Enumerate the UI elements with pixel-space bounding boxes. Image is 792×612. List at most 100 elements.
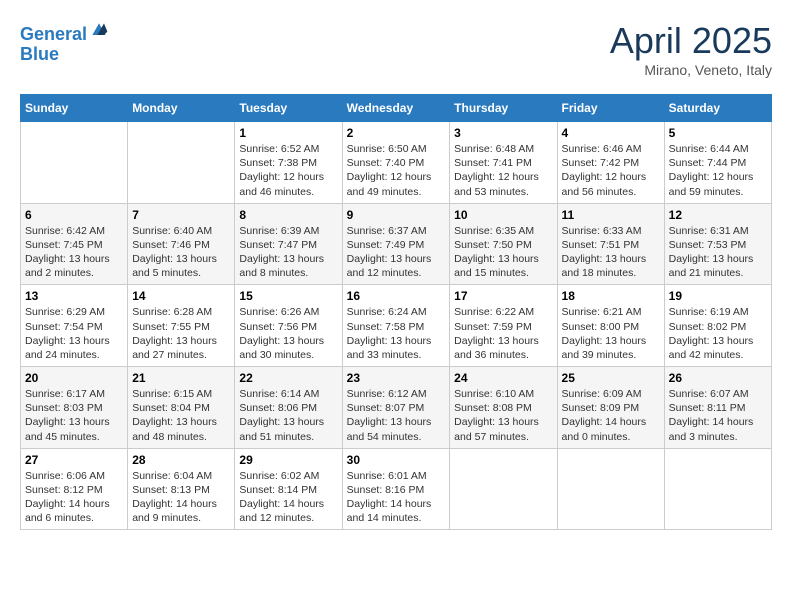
logo-text: GeneralBlue (20, 20, 109, 65)
day-info: Sunrise: 6:48 AM Sunset: 7:41 PM Dayligh… (454, 142, 552, 199)
calendar-cell (450, 448, 557, 530)
calendar-cell: 8 Sunrise: 6:39 AM Sunset: 7:47 PM Daylig… (235, 203, 342, 285)
day-number: 26 (669, 371, 767, 385)
calendar-cell: 16 Sunrise: 6:24 AM Sunset: 7:58 PM Dayli… (342, 285, 450, 367)
day-info: Sunrise: 6:22 AM Sunset: 7:59 PM Dayligh… (454, 305, 552, 362)
calendar-cell: 17 Sunrise: 6:22 AM Sunset: 7:59 PM Dayli… (450, 285, 557, 367)
day-info: Sunrise: 6:35 AM Sunset: 7:50 PM Dayligh… (454, 224, 552, 281)
day-number: 27 (25, 453, 123, 467)
location-subtitle: Mirano, Veneto, Italy (610, 62, 772, 78)
day-info: Sunrise: 6:28 AM Sunset: 7:55 PM Dayligh… (132, 305, 230, 362)
calendar-cell: 25 Sunrise: 6:09 AM Sunset: 8:09 PM Dayli… (557, 367, 664, 449)
calendar-cell: 23Sunrise: 6:12 AM Sunset: 8:07 PM Dayli… (342, 367, 450, 449)
page-header: GeneralBlue April 2025 Mirano, Veneto, I… (20, 20, 772, 78)
col-header-sunday: Sunday (21, 95, 128, 122)
day-info: Sunrise: 6:04 AM Sunset: 8:13 PM Dayligh… (132, 469, 230, 526)
day-info: Sunrise: 6:39 AM Sunset: 7:47 PM Dayligh… (239, 224, 337, 281)
col-header-tuesday: Tuesday (235, 95, 342, 122)
calendar-cell: 11 Sunrise: 6:33 AM Sunset: 7:51 PM Dayli… (557, 203, 664, 285)
day-info: Sunrise: 6:01 AM Sunset: 8:16 PM Dayligh… (347, 469, 446, 526)
col-header-wednesday: Wednesday (342, 95, 450, 122)
day-info: Sunrise: 6:06 AM Sunset: 8:12 PM Dayligh… (25, 469, 123, 526)
day-info: Sunrise: 6:02 AM Sunset: 8:14 PM Dayligh… (239, 469, 337, 526)
day-number: 1 (239, 126, 337, 140)
calendar-cell: 19Sunrise: 6:19 AM Sunset: 8:02 PM Dayli… (664, 285, 771, 367)
day-info: Sunrise: 6:33 AM Sunset: 7:51 PM Dayligh… (562, 224, 660, 281)
day-info: Sunrise: 6:15 AM Sunset: 8:04 PM Dayligh… (132, 387, 230, 444)
calendar-cell (21, 122, 128, 204)
day-info: Sunrise: 6:42 AM Sunset: 7:45 PM Dayligh… (25, 224, 123, 281)
calendar-cell: 10 Sunrise: 6:35 AM Sunset: 7:50 PM Dayli… (450, 203, 557, 285)
month-title: April 2025 (610, 20, 772, 62)
calendar-cell: 3Sunrise: 6:48 AM Sunset: 7:41 PM Daylig… (450, 122, 557, 204)
day-number: 17 (454, 289, 552, 303)
day-number: 12 (669, 208, 767, 222)
calendar-cell: 14 Sunrise: 6:28 AM Sunset: 7:55 PM Dayli… (128, 285, 235, 367)
calendar-cell: 21 Sunrise: 6:15 AM Sunset: 8:04 PM Dayli… (128, 367, 235, 449)
day-number: 9 (347, 208, 446, 222)
day-info: Sunrise: 6:09 AM Sunset: 8:09 PM Dayligh… (562, 387, 660, 444)
calendar-cell: 6 Sunrise: 6:42 AM Sunset: 7:45 PM Daylig… (21, 203, 128, 285)
calendar-cell: 27 Sunrise: 6:06 AM Sunset: 8:12 PM Dayli… (21, 448, 128, 530)
calendar-cell: 18 Sunrise: 6:21 AM Sunset: 8:00 PM Dayli… (557, 285, 664, 367)
day-number: 24 (454, 371, 552, 385)
day-info: Sunrise: 6:21 AM Sunset: 8:00 PM Dayligh… (562, 305, 660, 362)
day-number: 29 (239, 453, 337, 467)
day-info: Sunrise: 6:44 AM Sunset: 7:44 PM Dayligh… (669, 142, 767, 199)
day-number: 8 (239, 208, 337, 222)
day-info: Sunrise: 6:19 AM Sunset: 8:02 PM Dayligh… (669, 305, 767, 362)
day-number: 15 (239, 289, 337, 303)
day-number: 21 (132, 371, 230, 385)
day-number: 10 (454, 208, 552, 222)
calendar-cell: 13 Sunrise: 6:29 AM Sunset: 7:54 PM Dayli… (21, 285, 128, 367)
day-number: 28 (132, 453, 230, 467)
calendar-cell: 22Sunrise: 6:14 AM Sunset: 8:06 PM Dayli… (235, 367, 342, 449)
day-info: Sunrise: 6:37 AM Sunset: 7:49 PM Dayligh… (347, 224, 446, 281)
calendar-cell: 26Sunrise: 6:07 AM Sunset: 8:11 PM Dayli… (664, 367, 771, 449)
day-info: Sunrise: 6:24 AM Sunset: 7:58 PM Dayligh… (347, 305, 446, 362)
calendar-cell: 15 Sunrise: 6:26 AM Sunset: 7:56 PM Dayli… (235, 285, 342, 367)
day-info: Sunrise: 6:40 AM Sunset: 7:46 PM Dayligh… (132, 224, 230, 281)
day-number: 30 (347, 453, 446, 467)
day-info: Sunrise: 6:46 AM Sunset: 7:42 PM Dayligh… (562, 142, 660, 199)
calendar-cell (664, 448, 771, 530)
day-info: Sunrise: 6:52 AM Sunset: 7:38 PM Dayligh… (239, 142, 337, 199)
calendar-cell: 2 Sunrise: 6:50 AM Sunset: 7:40 PM Daylig… (342, 122, 450, 204)
calendar-cell: 5 Sunrise: 6:44 AM Sunset: 7:44 PM Daylig… (664, 122, 771, 204)
day-number: 4 (562, 126, 660, 140)
day-info: Sunrise: 6:10 AM Sunset: 8:08 PM Dayligh… (454, 387, 552, 444)
calendar-cell: 9 Sunrise: 6:37 AM Sunset: 7:49 PM Daylig… (342, 203, 450, 285)
calendar-cell: 7 Sunrise: 6:40 AM Sunset: 7:46 PM Daylig… (128, 203, 235, 285)
day-number: 14 (132, 289, 230, 303)
day-number: 6 (25, 208, 123, 222)
day-number: 7 (132, 208, 230, 222)
calendar-cell (128, 122, 235, 204)
day-number: 20 (25, 371, 123, 385)
calendar-cell: 24 Sunrise: 6:10 AM Sunset: 8:08 PM Dayli… (450, 367, 557, 449)
day-info: Sunrise: 6:17 AM Sunset: 8:03 PM Dayligh… (25, 387, 123, 444)
logo: GeneralBlue (20, 20, 109, 65)
calendar-cell: 12Sunrise: 6:31 AM Sunset: 7:53 PM Dayli… (664, 203, 771, 285)
day-number: 18 (562, 289, 660, 303)
calendar-cell: 29 Sunrise: 6:02 AM Sunset: 8:14 PM Dayli… (235, 448, 342, 530)
title-section: April 2025 Mirano, Veneto, Italy (610, 20, 772, 78)
day-number: 13 (25, 289, 123, 303)
day-info: Sunrise: 6:26 AM Sunset: 7:56 PM Dayligh… (239, 305, 337, 362)
day-number: 11 (562, 208, 660, 222)
day-number: 25 (562, 371, 660, 385)
day-info: Sunrise: 6:50 AM Sunset: 7:40 PM Dayligh… (347, 142, 446, 199)
col-header-thursday: Thursday (450, 95, 557, 122)
day-number: 16 (347, 289, 446, 303)
col-header-monday: Monday (128, 95, 235, 122)
day-number: 5 (669, 126, 767, 140)
day-info: Sunrise: 6:29 AM Sunset: 7:54 PM Dayligh… (25, 305, 123, 362)
calendar-table: SundayMondayTuesdayWednesdayThursdayFrid… (20, 94, 772, 530)
calendar-cell (557, 448, 664, 530)
calendar-cell: 20 Sunrise: 6:17 AM Sunset: 8:03 PM Dayli… (21, 367, 128, 449)
col-header-saturday: Saturday (664, 95, 771, 122)
col-header-friday: Friday (557, 95, 664, 122)
day-number: 22 (239, 371, 337, 385)
day-number: 23 (347, 371, 446, 385)
day-number: 2 (347, 126, 446, 140)
calendar-cell: 28 Sunrise: 6:04 AM Sunset: 8:13 PM Dayli… (128, 448, 235, 530)
